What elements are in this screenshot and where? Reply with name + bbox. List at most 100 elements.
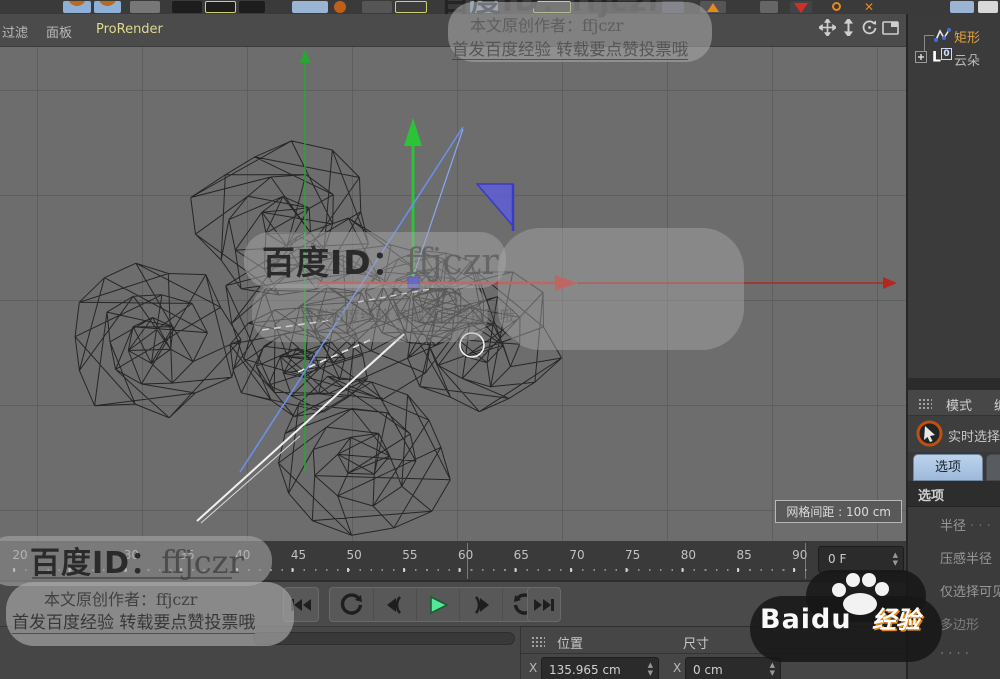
x-position-stepper[interactable]: ▲ ▼ — [648, 661, 653, 677]
toolbar-icon-20[interactable] — [978, 1, 998, 13]
cinema4d-window: ✕ 过滤 面板 ProRender 网格间距: 100 cm 矩形 L 0 云… — [0, 0, 1000, 679]
play-button[interactable] — [416, 588, 459, 621]
toolbar-icon-0[interactable] — [63, 1, 91, 13]
attribute-row-0[interactable]: 半径 · · · — [940, 515, 991, 534]
tool-row: 实时选择 — [908, 416, 1000, 452]
timeline-tick-label: 40 — [235, 548, 251, 562]
timeline-tick-label: 70 — [569, 548, 585, 562]
attribute-rows: 半径 · · · 压感半径仅选择可见多边形 · · · · — [908, 507, 1000, 679]
toolbar-icon-3[interactable] — [172, 1, 202, 13]
toolbar-icon-11[interactable] — [533, 1, 571, 13]
current-frame-field[interactable]: 0 F ▲ ▼ — [818, 546, 904, 573]
toolbar-icon-6[interactable] — [292, 1, 328, 13]
timeline-tick-label: 50 — [346, 548, 362, 562]
timeline-tick-label: 35 — [179, 548, 195, 562]
toolbar-icon-5[interactable] — [239, 1, 265, 13]
toolbar-icon-18[interactable]: ✕ — [858, 1, 880, 13]
toolbar-icon-17[interactable] — [826, 1, 846, 13]
toolbar-icon-14[interactable] — [700, 1, 726, 13]
attribute-row-3[interactable]: 多边形 — [940, 614, 979, 633]
timeline-tick-label: 65 — [513, 548, 529, 562]
frame-marker[interactable] — [467, 543, 468, 579]
toolbar-icon-8[interactable] — [362, 1, 392, 13]
powerslider-row — [0, 626, 520, 679]
gizmo-center-handle[interactable] — [407, 276, 420, 289]
size-header[interactable]: 尺寸 — [683, 633, 709, 652]
transport-bar: ▶ 90 F — [0, 581, 906, 626]
toolbar-icon-13[interactable] — [662, 1, 684, 13]
x-position-field[interactable]: 135.965 cm ▲ ▼ — [541, 657, 659, 679]
object-label[interactable]: 云朵 — [954, 50, 980, 69]
x-position-value: 135.965 cm — [549, 663, 621, 677]
attribute-row-1[interactable]: 压感半径 — [940, 548, 992, 567]
perspective-viewport[interactable]: 网格间距 : 100 cm — [0, 47, 906, 541]
major-ticks — [13, 568, 813, 572]
mode-menu[interactable]: 模式 — [946, 395, 972, 414]
panel-splitter[interactable] — [908, 378, 1000, 390]
menu-item-2[interactable]: ProRender — [96, 22, 163, 37]
attribute-row-4[interactable]: · · · · — [940, 647, 969, 662]
timeline-tick-label: 75 — [625, 548, 641, 562]
range-end-marker[interactable] — [805, 543, 806, 579]
attribute-tabs: 选项 — [908, 452, 1000, 481]
right-panel: 矩形 L0 云朵 模式 编辑 实时选择 选项 — [906, 0, 1000, 679]
playback-group — [329, 587, 546, 622]
panel-grip-icon — [918, 398, 932, 409]
divider — [521, 653, 907, 654]
live-selection-icon[interactable] — [916, 420, 943, 447]
zoom-icon[interactable] — [840, 19, 857, 36]
main-toolbar: ✕ — [0, 0, 1000, 14]
timeline-tick-label: 60 — [457, 548, 474, 562]
frame-stepper[interactable]: ▲ ▼ — [893, 551, 898, 567]
tab-options[interactable]: 选项 — [913, 454, 983, 481]
toolbar-icon-16[interactable] — [790, 1, 812, 13]
timeline-tick-label: 80 — [680, 548, 697, 562]
next-frame-button[interactable] — [459, 588, 502, 621]
attribute-row-2[interactable]: 仅选择可见 — [940, 581, 1000, 600]
linear-field-icon: L0 — [932, 48, 953, 66]
x-size-stepper[interactable]: ▲ ▼ — [770, 661, 775, 677]
rotate-view-icon[interactable] — [861, 19, 878, 36]
toolbar-icon-4[interactable] — [205, 1, 236, 13]
viewport-canvas[interactable] — [0, 47, 906, 541]
camera-flag-icon — [475, 183, 515, 231]
toolbar-icon-15[interactable] — [760, 1, 778, 13]
coordinates-panel: 位置 尺寸 X 135.965 cm ▲ ▼ X 0 cm ▲ ▼ — [520, 626, 907, 679]
timeline-ruler[interactable]: 20 25 30 35 40 45 50 55 60 65 70 75 80 85 90 0 F ▲ ▼ — [0, 541, 906, 581]
x-size-field[interactable]: 0 cm ▲ ▼ — [685, 657, 781, 679]
options-section-header[interactable]: 选项 — [908, 481, 1000, 507]
timeline-tick-label: 55 — [402, 548, 418, 562]
tab-next[interactable] — [986, 454, 1000, 481]
viewport-menubar: 过滤 面板 ProRender — [0, 14, 906, 47]
toolbar-icon-19[interactable] — [950, 1, 974, 13]
menu-item-1[interactable]: 面板 — [46, 22, 72, 41]
previous-frame-button[interactable] — [373, 588, 416, 621]
x-size-label: X — [673, 661, 682, 675]
wireframe-model[interactable] — [74, 140, 563, 536]
x-axis-gizmo[interactable] — [318, 275, 897, 291]
attributes-header: 模式 编辑 — [908, 390, 1000, 433]
toolbar-icon-10[interactable] — [470, 1, 498, 13]
play-backwards-button[interactable] — [330, 588, 373, 621]
pan-icon[interactable] — [819, 19, 836, 36]
toolbar-icon-1[interactable] — [94, 1, 121, 13]
go-to-end-button[interactable] — [527, 587, 561, 622]
x-size-value: 0 cm — [693, 663, 723, 677]
toolbar-icon-12[interactable] — [590, 1, 638, 13]
maximize-view-icon[interactable] — [882, 19, 900, 36]
object-item-rectangle[interactable]: 矩形 — [908, 24, 1000, 61]
section-title: 选项 — [918, 489, 945, 504]
object-label[interactable]: 矩形 — [954, 27, 980, 46]
menu-item-0[interactable]: 过滤 — [2, 22, 28, 41]
expand-icon[interactable] — [915, 51, 927, 63]
toolbar-icon-9[interactable] — [395, 1, 427, 13]
timeline-tick-label: 45 — [290, 548, 307, 562]
timeline-tick-label: 20 — [12, 548, 28, 562]
position-header[interactable]: 位置 — [557, 633, 583, 652]
viewport-controls — [819, 19, 900, 36]
go-to-start-button[interactable] — [283, 587, 319, 622]
object-item-cloud[interactable]: L0 云朵 — [908, 47, 1000, 69]
preview-range-slider[interactable] — [253, 632, 515, 645]
toolbar-icon-7[interactable] — [334, 1, 346, 13]
toolbar-icon-2[interactable] — [130, 1, 160, 13]
